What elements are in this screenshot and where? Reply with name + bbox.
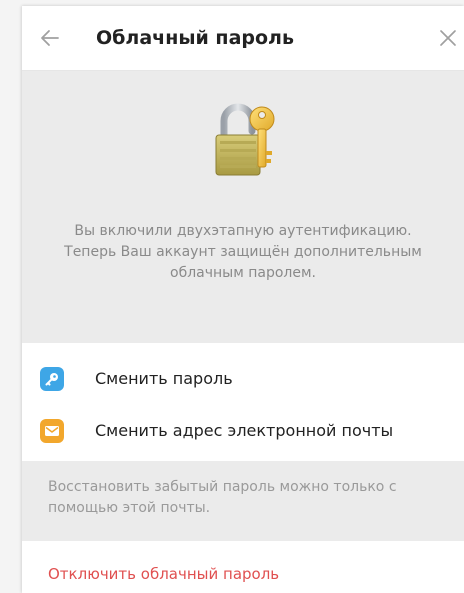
recovery-hint-section: Восстановить забытый пароль можно только…: [22, 461, 464, 541]
envelope-icon: [40, 419, 64, 443]
padlock-key-icon: [214, 101, 278, 185]
change-password-item[interactable]: Сменить пароль: [22, 355, 464, 403]
key-icon: [40, 367, 64, 391]
status-section: Вы включили двухэтапную аутентификацию. …: [22, 71, 464, 343]
disable-password-button[interactable]: Отключить облачный пароль: [48, 563, 279, 585]
change-email-item[interactable]: Сменить адрес электронной почты: [22, 407, 464, 455]
panel-header: Облачный пароль: [22, 6, 464, 71]
status-description: Вы включили двухэтапную аутентификацию. …: [64, 223, 422, 281]
settings-menu: Сменить пароль Сменить адрес электронной…: [22, 343, 464, 461]
recovery-hint: Восстановить забытый пароль можно только…: [48, 479, 397, 516]
change-password-label: Сменить пароль: [95, 369, 233, 388]
back-button[interactable]: [34, 22, 66, 54]
disable-section: Отключить облачный пароль: [22, 541, 464, 593]
page-title: Облачный пароль: [96, 27, 294, 49]
change-email-label: Сменить адрес электронной почты: [95, 421, 394, 440]
close-button[interactable]: [432, 22, 464, 54]
cloud-password-panel: Облачный пароль Вы включили двухэтапную …: [22, 6, 464, 593]
background-left: [0, 0, 22, 593]
arrow-left-icon: [41, 30, 59, 46]
close-icon: [440, 30, 456, 46]
